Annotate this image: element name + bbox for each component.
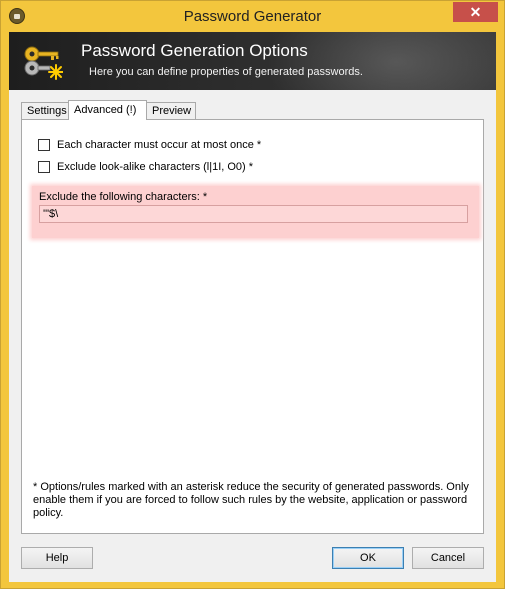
banner-title: Password Generation Options xyxy=(81,41,308,60)
exclude-lookalike-checkbox[interactable] xyxy=(38,161,50,173)
exclude-characters-input[interactable] xyxy=(39,205,468,223)
advanced-tab-panel: Each character must occur at most once *… xyxy=(21,119,484,534)
tab-preview[interactable]: Preview xyxy=(146,102,196,119)
each-char-once-label: Each character must occur at most once * xyxy=(57,139,262,151)
window-title: Password Generator xyxy=(183,8,322,25)
tab-settings[interactable]: Settings xyxy=(21,102,69,119)
password-generator-window: Password Generator ✕ Password Generation… xyxy=(0,0,505,589)
dialog-client-area: Password Generation Options Here you can… xyxy=(9,32,496,582)
banner: Password Generation Options Here you can… xyxy=(9,32,496,90)
title-bar[interactable]: Password Generator ✕ xyxy=(1,1,504,32)
tab-advanced[interactable]: Advanced (!) xyxy=(68,100,147,120)
each-char-once-option[interactable]: Each character must occur at most once * xyxy=(38,137,261,153)
help-button[interactable]: Help xyxy=(21,547,93,569)
exclude-lookalike-label: Exclude look-alike characters (l|1I, O0)… xyxy=(57,161,254,173)
security-note: * Options/rules marked with an asterisk … xyxy=(33,481,469,519)
exclude-lookalike-option[interactable]: Exclude look-alike characters (l|1I, O0)… xyxy=(38,159,253,175)
banner-subtitle: Here you can define properties of genera… xyxy=(89,66,363,78)
keys-icon xyxy=(24,46,63,80)
close-button[interactable]: ✕ xyxy=(453,2,498,22)
ok-button[interactable]: OK xyxy=(332,547,404,569)
each-char-once-checkbox[interactable] xyxy=(38,139,50,151)
exclude-characters-highlight: Exclude the following characters: * xyxy=(32,186,479,238)
exclude-characters-label: Exclude the following characters: * xyxy=(39,191,208,203)
cancel-button[interactable]: Cancel xyxy=(412,547,484,569)
